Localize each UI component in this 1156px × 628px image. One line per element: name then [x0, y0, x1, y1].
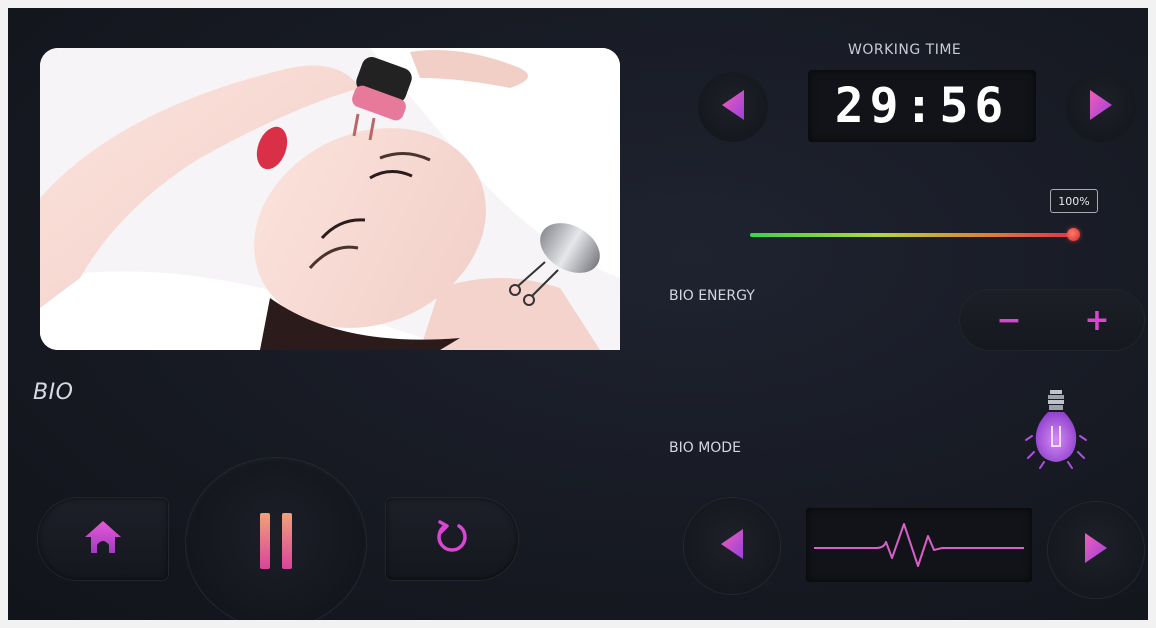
energy-slider-knob[interactable] — [1067, 228, 1080, 241]
device-screen: BIO WORKING TIME 29:56 100% BIO ENERGY −… — [8, 8, 1148, 620]
working-time-label: WORKING TIME — [848, 42, 962, 58]
pause-icon — [256, 511, 296, 575]
energy-level-tooltip: 100% — [1050, 189, 1098, 213]
refresh-icon — [432, 517, 472, 561]
mode-next-button[interactable] — [1048, 502, 1144, 598]
reset-button[interactable] — [386, 498, 518, 580]
left-arrow-icon — [717, 527, 747, 565]
home-button[interactable] — [38, 498, 168, 580]
energy-increase-button[interactable]: + — [1052, 290, 1142, 350]
left-arrow-icon — [718, 88, 748, 126]
pause-button[interactable] — [186, 458, 366, 620]
right-arrow-icon — [1086, 88, 1116, 126]
working-time-display: 29:56 — [808, 70, 1036, 142]
right-arrow-icon — [1081, 531, 1111, 569]
mode-previous-button[interactable] — [684, 498, 780, 594]
bio-energy-label: BIO ENERGY — [669, 288, 755, 304]
mode-waveform-display — [806, 508, 1032, 582]
energy-stepper: − + — [960, 290, 1144, 350]
mode-title: BIO — [33, 380, 74, 405]
working-time-value: 29:56 — [834, 78, 1010, 134]
light-bulb-icon — [1024, 390, 1088, 474]
treatment-photo — [40, 48, 620, 350]
bio-mode-label: BIO MODE — [669, 440, 741, 456]
energy-decrease-button[interactable]: − — [964, 290, 1054, 350]
home-icon — [81, 517, 125, 561]
energy-slider-fill — [750, 233, 1074, 237]
time-decrease-button[interactable] — [698, 72, 768, 142]
mode-light-toggle[interactable] — [1024, 386, 1088, 470]
time-increase-button[interactable] — [1066, 72, 1136, 142]
energy-slider[interactable]: 100% — [750, 189, 1098, 241]
heartbeat-wave-icon — [806, 523, 1032, 586]
